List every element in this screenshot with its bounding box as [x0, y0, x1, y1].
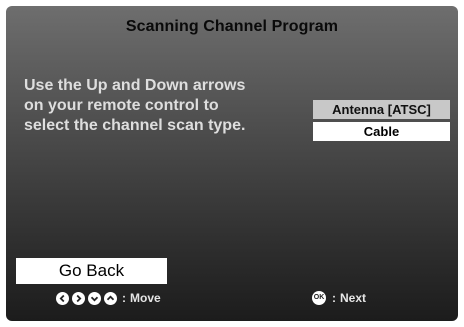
instructions-line-2: on your remote control to	[24, 97, 219, 114]
move-label: Move	[130, 291, 161, 305]
option-antenna-atsc[interactable]: Antenna [ATSC]	[313, 100, 450, 119]
scan-type-options: Antenna [ATSC] Cable	[313, 100, 450, 144]
go-back-button[interactable]: Go Back	[16, 258, 167, 284]
arrow-left-icon	[56, 291, 69, 305]
arrow-right-icon	[72, 291, 85, 305]
next-label: Next	[340, 291, 367, 305]
option-cable[interactable]: Cable	[313, 122, 450, 141]
instructions-text: Use the Up and Down arrows on your remot…	[24, 76, 304, 136]
move-separator: :	[122, 291, 126, 305]
page-title: Scanning Channel Program	[125, 18, 339, 35]
move-legend: : Move	[56, 290, 161, 306]
instructions-line-3: select the channel scan type.	[24, 117, 246, 134]
arrow-up-icon	[104, 291, 117, 305]
next-separator: :	[332, 291, 336, 305]
scan-channel-screen: Scanning Channel Program Use the Up and …	[6, 6, 458, 321]
instructions-line-1: Use the Up and Down arrows	[24, 77, 246, 94]
arrow-down-icon	[88, 291, 101, 305]
next-legend: OK : Next	[312, 290, 366, 306]
ok-button-icon: OK	[312, 291, 326, 305]
